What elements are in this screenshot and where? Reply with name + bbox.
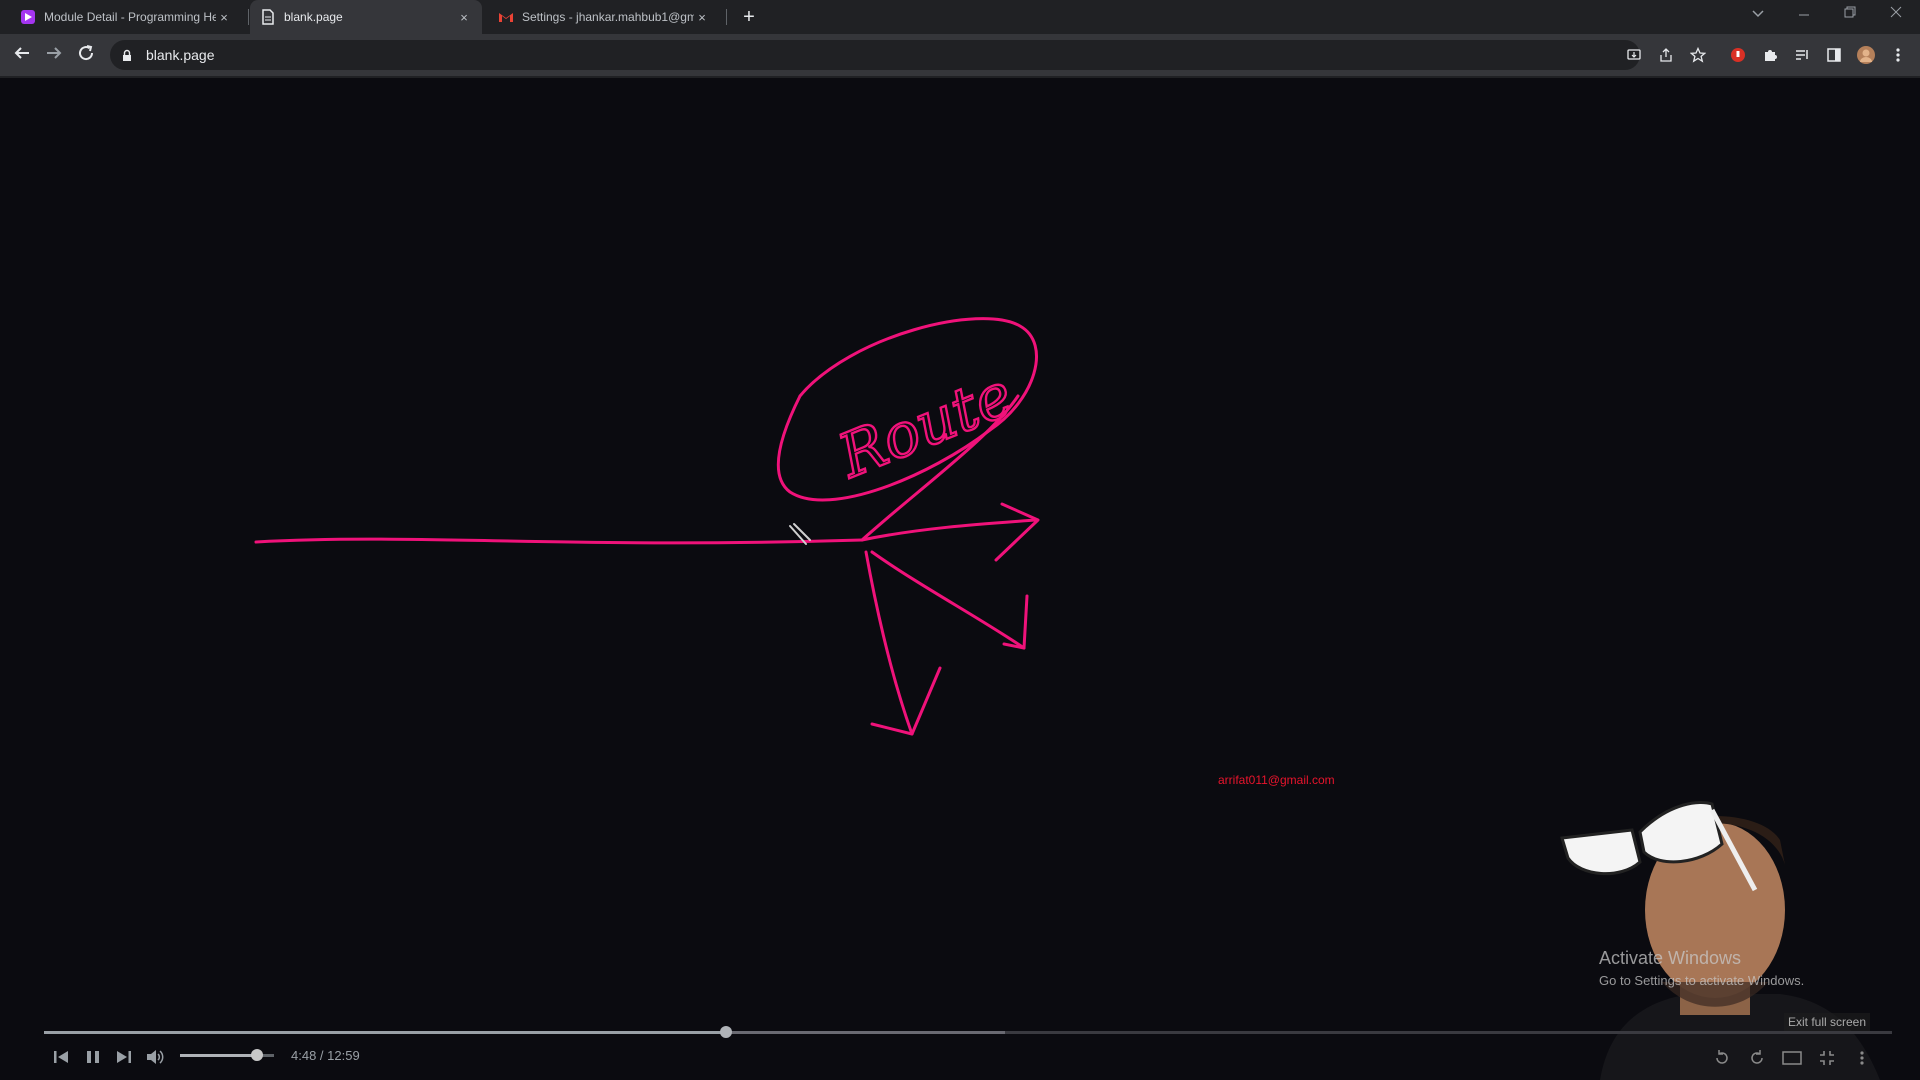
drawn-arrowhead-diagonal bbox=[1002, 594, 1029, 650]
reload-icon[interactable] bbox=[75, 44, 97, 66]
drawn-arrowhead-down bbox=[870, 666, 942, 736]
restore-icon[interactable] bbox=[1838, 6, 1862, 21]
close-tab-icon[interactable]: × bbox=[216, 10, 232, 25]
bookmark-star-icon[interactable] bbox=[1687, 44, 1709, 66]
gmail-icon bbox=[498, 9, 514, 25]
tab-title: Settings - jhankar.mahbub1@gm bbox=[522, 10, 694, 24]
drawn-arrow-right bbox=[860, 518, 1038, 542]
share-icon[interactable] bbox=[1655, 44, 1677, 66]
close-window-icon[interactable] bbox=[1884, 6, 1908, 21]
close-tab-icon[interactable]: × bbox=[456, 10, 472, 25]
presenter-webcam bbox=[1560, 800, 1880, 1080]
pause-icon[interactable] bbox=[80, 1044, 106, 1070]
video-progress-bar[interactable] bbox=[44, 1026, 1892, 1038]
more-menu-icon[interactable] bbox=[1887, 44, 1909, 66]
previous-icon[interactable] bbox=[48, 1044, 74, 1070]
profile-avatar-icon[interactable] bbox=[1855, 44, 1877, 66]
volume-level bbox=[180, 1054, 258, 1057]
next-icon[interactable] bbox=[111, 1044, 137, 1070]
tab-title: Module Detail - Programming He bbox=[44, 10, 216, 24]
player-more-icon[interactable] bbox=[1850, 1046, 1874, 1070]
forward-skip-icon[interactable] bbox=[1745, 1046, 1769, 1070]
drawn-arrow-diagonal bbox=[870, 550, 1026, 650]
tab-title: blank.page bbox=[284, 10, 343, 24]
tab-strip: Module Detail - Programming He × blank.p… bbox=[0, 0, 1920, 34]
rewind-icon[interactable] bbox=[1710, 1046, 1734, 1070]
drawn-arrowhead-right bbox=[994, 502, 1040, 562]
volume-thumb[interactable] bbox=[251, 1049, 264, 1061]
progress-scrubber[interactable] bbox=[719, 1026, 732, 1038]
drawn-arrow-down bbox=[864, 550, 914, 736]
tab-blank-page[interactable]: blank.page × bbox=[250, 0, 482, 34]
extension-red-icon[interactable] bbox=[1727, 44, 1749, 66]
time-display: 4:48 / 12:59 bbox=[291, 1048, 360, 1063]
install-app-icon[interactable] bbox=[1623, 44, 1645, 66]
close-tab-icon[interactable]: × bbox=[694, 10, 710, 25]
address-bar[interactable]: blank.page bbox=[110, 40, 1640, 70]
activate-windows-subtitle: Go to Settings to activate Windows. bbox=[1599, 973, 1805, 988]
address-text: blank.page bbox=[146, 47, 215, 63]
volume-icon[interactable] bbox=[142, 1044, 168, 1070]
drawn-input-line bbox=[254, 537, 864, 545]
back-icon[interactable] bbox=[11, 44, 33, 66]
drawn-word-route: Route bbox=[828, 360, 1022, 493]
activate-windows-watermark: Activate Windows Go to Settings to activ… bbox=[1599, 948, 1804, 988]
exit-fullscreen-tooltip: Exit full screen bbox=[1784, 1013, 1871, 1031]
tab-search-icon[interactable] bbox=[1746, 6, 1770, 21]
media-queue-icon[interactable] bbox=[1791, 44, 1813, 66]
exit-fullscreen-icon[interactable] bbox=[1815, 1046, 1839, 1070]
tab-gmail-settings[interactable]: Settings - jhankar.mahbub1@gm × bbox=[488, 0, 720, 34]
browser-toolbar: blank.page bbox=[0, 34, 1920, 76]
lock-icon[interactable] bbox=[122, 48, 136, 62]
document-icon bbox=[260, 9, 276, 25]
programming-hero-icon bbox=[20, 9, 36, 25]
new-tab-button[interactable]: + bbox=[738, 6, 760, 28]
tab-module-detail[interactable]: Module Detail - Programming He × bbox=[10, 0, 242, 34]
forward-icon[interactable] bbox=[43, 44, 65, 66]
progress-played bbox=[44, 1031, 726, 1034]
activate-windows-title: Activate Windows bbox=[1599, 948, 1742, 968]
side-panel-icon[interactable] bbox=[1823, 44, 1845, 66]
minimize-icon[interactable] bbox=[1792, 6, 1816, 21]
volume-slider[interactable] bbox=[180, 1049, 274, 1061]
theater-mode-icon[interactable] bbox=[1780, 1046, 1804, 1070]
extensions-puzzle-icon[interactable] bbox=[1759, 44, 1781, 66]
email-watermark: arrifat011@gmail.com bbox=[1218, 773, 1335, 787]
